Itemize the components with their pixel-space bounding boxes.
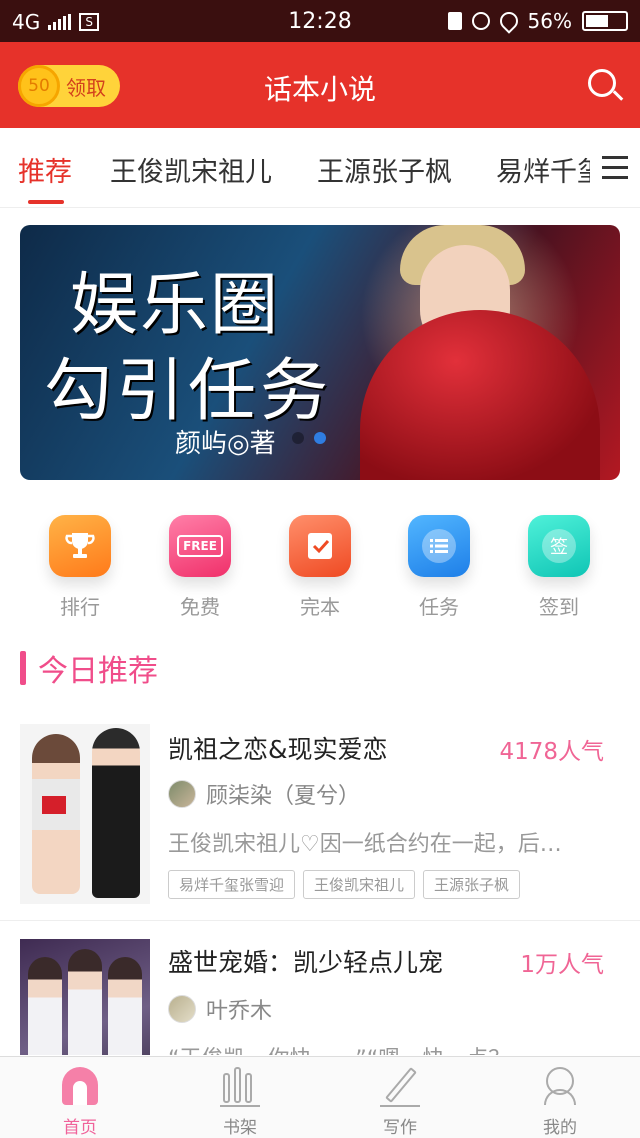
- home-icon: [60, 1065, 100, 1107]
- tab-recommend[interactable]: 推荐: [18, 150, 72, 189]
- book-author[interactable]: 顾柒染（夏兮）: [168, 778, 360, 810]
- profile-icon: [540, 1065, 580, 1107]
- sign-in-icon: 签: [528, 515, 590, 577]
- banner-title-line2: 勾引任务: [44, 352, 333, 431]
- divider: [0, 920, 640, 921]
- tab-menu-icon[interactable]: [590, 128, 640, 207]
- book-title[interactable]: 盛世宠婚：凯少轻点儿宠: [168, 943, 443, 979]
- book-cover[interactable]: [20, 939, 150, 1055]
- quick-link-ranking[interactable]: 排行: [40, 515, 120, 620]
- author-avatar: [168, 780, 196, 808]
- book-tag[interactable]: 王俊凯宋祖儿: [303, 870, 416, 899]
- list-icon: [408, 515, 470, 577]
- book-popularity: 4178人气: [499, 739, 604, 765]
- book-author[interactable]: 叶乔木: [168, 993, 272, 1025]
- app-bar: 50 领取 话本小说: [0, 42, 640, 128]
- quick-link-label: 排行: [60, 595, 100, 619]
- book-tags: 易烊千玺张雪迎 王俊凯宋祖儿 王源张子枫: [168, 870, 521, 899]
- carousel-dot[interactable]: [292, 432, 304, 444]
- status-right: 56%: [447, 8, 628, 34]
- nav-profile[interactable]: 我的: [510, 1065, 610, 1138]
- nav-write[interactable]: 写作: [350, 1065, 450, 1138]
- alarm-icon: [471, 12, 490, 30]
- trophy-icon: [49, 515, 111, 577]
- book-list-item[interactable]: 盛世宠婚：凯少轻点儿宠 1万人气 叶乔木 “王俊凯，你快……”“嗯，快一点？…: [0, 935, 640, 1055]
- section-title: 今日推荐: [38, 654, 158, 689]
- quick-link-label: 完本: [300, 595, 340, 619]
- book-popularity: 1万人气: [520, 952, 604, 978]
- book-title[interactable]: 凯祖之恋&现实爱恋: [168, 730, 388, 766]
- book-cover[interactable]: [20, 724, 150, 904]
- quick-link-free[interactable]: FREE 免费: [160, 515, 240, 620]
- nav-bookshelf[interactable]: 书架: [190, 1065, 290, 1138]
- battery-percent: 56%: [527, 9, 572, 33]
- section-header: 今日推荐: [20, 648, 158, 689]
- quick-link-completed[interactable]: 完本: [280, 515, 360, 620]
- nav-label: 首页: [63, 1118, 97, 1138]
- carousel-dots: [292, 432, 326, 444]
- book-description: “王俊凯，你快……”“嗯，快一点？…: [168, 1041, 620, 1055]
- sign-in-badge: 签: [542, 529, 576, 563]
- quick-link-label: 任务: [419, 595, 459, 619]
- app-title: 话本小说: [263, 73, 376, 106]
- search-icon[interactable]: [586, 67, 624, 105]
- banner-title-line1: 娱乐圈: [70, 266, 281, 345]
- tab-active-indicator: [28, 200, 64, 204]
- wifi-icon: [495, 8, 522, 34]
- quick-link-label: 免费: [180, 595, 220, 619]
- book-tag[interactable]: 易烊千玺张雪迎: [168, 870, 296, 899]
- book-description: 王俊凯宋祖儿♡因一纸合约在一起，后…: [168, 832, 562, 857]
- banner-author: 颜屿◎著: [175, 429, 276, 459]
- book-tag[interactable]: 王源张子枫: [423, 870, 521, 899]
- bookshelf-icon: [220, 1065, 260, 1107]
- nav-label: 书架: [223, 1118, 257, 1138]
- book-list-item[interactable]: 凯祖之恋&现实爱恋 4178人气 顾柒染（夏兮） 王俊凯宋祖儿♡因一纸合约在一起…: [0, 720, 640, 920]
- free-badge: FREE: [177, 535, 223, 557]
- category-tabs: 推荐 王俊凯宋祖儿 王源张子枫 易烊千玺: [0, 128, 640, 208]
- banner-carousel[interactable]: 娱乐圈 勾引任务 颜屿◎著: [20, 225, 620, 480]
- section-accent-bar: [20, 651, 26, 685]
- status-bar: 4G S 12:28 56%: [0, 0, 640, 42]
- battery-icon: [582, 11, 628, 31]
- check-note-icon: [289, 515, 351, 577]
- charging-icon: [447, 12, 462, 30]
- quick-links: 排行 FREE 免费 完本 任务 签 签到: [0, 515, 640, 625]
- pen-icon: [380, 1065, 420, 1107]
- free-icon: FREE: [169, 515, 231, 577]
- nav-home[interactable]: 首页: [30, 1065, 130, 1138]
- tab-wang-junkai-song-zuer[interactable]: 王俊凯宋祖儿: [110, 150, 272, 189]
- quick-link-label: 签到: [539, 595, 579, 619]
- tab-yi-yangqianxi[interactable]: 易烊千玺: [496, 150, 604, 189]
- author-name: 顾柒染（夏兮）: [206, 784, 361, 809]
- author-avatar: [168, 995, 196, 1023]
- carousel-dot-active[interactable]: [314, 432, 326, 444]
- quick-link-tasks[interactable]: 任务: [399, 515, 479, 620]
- quick-link-sign-in[interactable]: 签 签到: [519, 515, 599, 620]
- nav-label: 写作: [383, 1118, 417, 1138]
- nav-label: 我的: [543, 1118, 577, 1138]
- tab-wang-yuan-zhang-zifeng[interactable]: 王源张子枫: [317, 150, 452, 189]
- author-name: 叶乔木: [206, 999, 273, 1024]
- bottom-navigation: 首页 书架 写作 我的: [0, 1056, 640, 1138]
